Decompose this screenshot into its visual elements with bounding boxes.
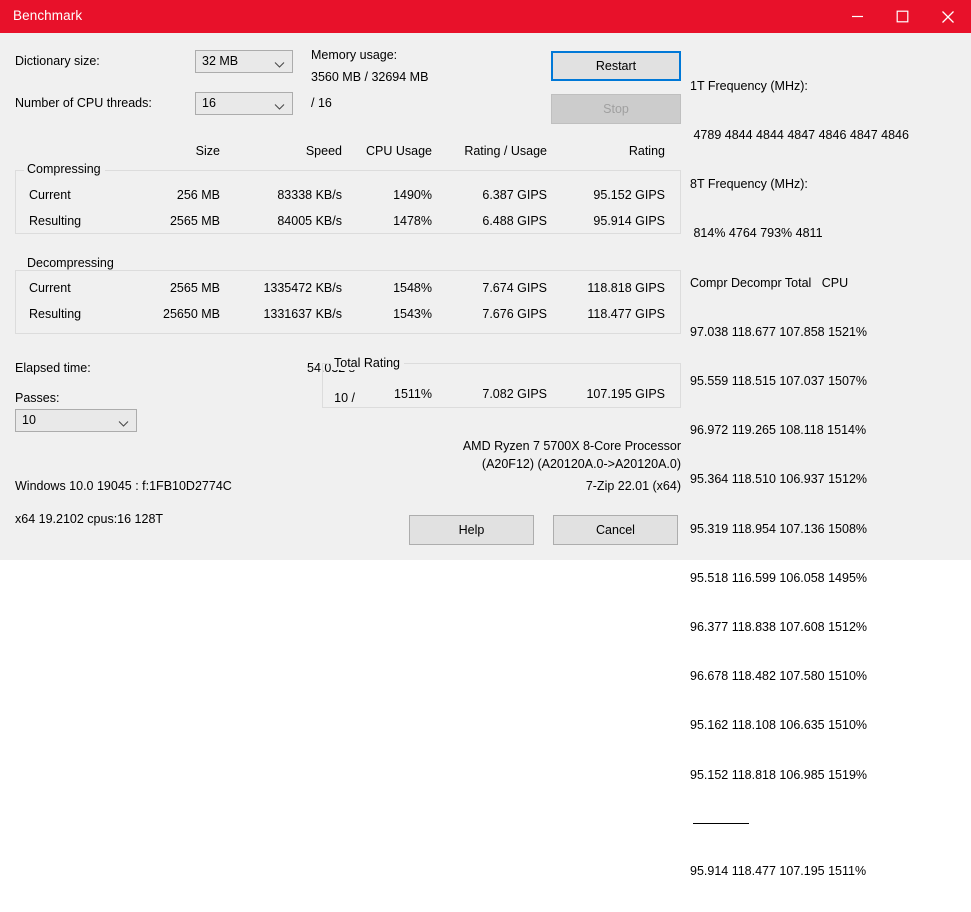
cell-speed: 83338 KB/s (277, 188, 342, 202)
cell-size: 25650 MB (163, 307, 220, 321)
dictionary-size-label: Dictionary size: (15, 54, 100, 68)
minimize-icon (851, 10, 864, 23)
row-label: Current (29, 188, 71, 202)
stop-button: Stop (551, 94, 681, 124)
cell-rating-usage: 6.488 GIPS (482, 214, 547, 228)
log-row: 95.364 118.510 106.937 1512% (690, 472, 868, 487)
column-header-rating-usage: Rating / Usage (464, 144, 547, 158)
cell-rating-usage: 6.387 GIPS (482, 188, 547, 202)
column-header-size: Size (195, 144, 220, 158)
compressing-group-label: Compressing (24, 163, 105, 176)
log-1t-frequency-values: 4789 4844 4844 4847 4846 4847 4846 (690, 128, 909, 143)
cpu-threads-value: 16 (202, 96, 216, 110)
cancel-button-label: Cancel (596, 523, 635, 537)
cell-size: 256 MB (176, 188, 220, 202)
title-bar: Benchmark (0, 0, 971, 33)
cell-rating-usage: 7.674 GIPS (482, 281, 547, 295)
column-header-rating: Rating (628, 144, 665, 158)
decompressing-group (15, 270, 681, 334)
cell-rating: 95.152 GIPS (593, 188, 665, 202)
passes-select-value: 10 (22, 413, 36, 427)
cell-size: 2565 MB (169, 214, 220, 228)
log-row: 95.162 118.108 106.635 1510% (690, 718, 868, 733)
row-label: Resulting (29, 214, 82, 228)
benchmark-log-panel: 1T Frequency (MHz): 4789 4844 4844 4847 … (690, 45, 968, 912)
cpu-name: AMD Ryzen 7 5700X 8-Core Processor (462, 439, 681, 453)
cpu-threads-label: Number of CPU threads: (15, 96, 152, 110)
restart-button-label: Restart (595, 59, 637, 73)
cell-cpu-usage: 1548% (393, 281, 432, 295)
cell-speed: 1331637 KB/s (263, 307, 342, 321)
log-average-row: 95.914 118.477 107.195 1511% (690, 863, 867, 878)
cell-speed: 84005 KB/s (277, 214, 342, 228)
cell-rating: 118.477 GIPS (587, 307, 665, 321)
cell-rating-usage: 7.676 GIPS (482, 307, 547, 321)
log-8t-frequency-label: 8T Frequency (MHz): (690, 177, 808, 192)
memory-usage-value: 3560 MB / 32694 MB (311, 70, 429, 84)
close-button[interactable] (925, 0, 970, 33)
dictionary-size-select[interactable]: 32 MB (195, 50, 293, 73)
decompressing-group-label: Decompressing (24, 257, 118, 270)
passes-label: Passes: (15, 391, 60, 405)
help-button-label: Help (458, 523, 485, 537)
window-title: Benchmark (13, 8, 83, 23)
maximize-button[interactable] (880, 0, 925, 33)
memory-usage-label: Memory usage: (311, 48, 398, 62)
cell-speed: 1335472 KB/s (263, 281, 342, 295)
cpu-threads-select[interactable]: 16 (195, 92, 293, 115)
maximize-icon (896, 10, 909, 23)
log-row: 97.038 118.677 107.858 1521% (690, 324, 868, 339)
log-separator (693, 822, 749, 824)
log-row: 95.152 118.818 106.985 1519% (690, 767, 868, 782)
log-row: 95.559 118.515 107.037 1507% (690, 374, 868, 389)
cell-cpu-usage: 1543% (393, 307, 432, 321)
log-column-header: Compr Decompr Total CPU (690, 275, 849, 290)
cell-size: 2565 MB (169, 281, 220, 295)
log-row: 96.972 119.265 108.118 1514% (690, 423, 867, 438)
log-row: 95.518 116.599 106.058 1495% (690, 570, 868, 585)
build-info: x64 19.2102 cpus:16 128T (15, 512, 164, 526)
total-rating-rating: 107.195 GIPS (586, 387, 665, 401)
log-1t-frequency-label: 1T Frequency (MHz): (690, 78, 808, 93)
cell-cpu-usage: 1490% (393, 188, 432, 202)
cpu-ids: (A20F12) (A20120A.0->A20120A.0) (481, 457, 681, 471)
cell-rating: 118.818 GIPS (587, 281, 665, 295)
chevron-down-icon (118, 417, 129, 431)
cpu-threads-max: / 16 (311, 96, 332, 110)
total-rating-group-label: Total Rating (331, 357, 405, 370)
total-rating-rating-usage: 7.082 GIPS (482, 387, 547, 401)
elapsed-time-label: Elapsed time: (15, 361, 91, 375)
column-header-speed: Speed (305, 144, 342, 158)
chevron-down-icon (274, 100, 285, 114)
log-row: 96.678 118.482 107.580 1510% (690, 669, 868, 684)
column-header-cpu-usage: CPU Usage (366, 144, 432, 158)
chevron-down-icon (274, 58, 285, 72)
help-button[interactable]: Help (409, 515, 534, 545)
app-version: 7-Zip 22.01 (x64) (585, 479, 681, 493)
cell-rating: 95.914 GIPS (593, 214, 665, 228)
benchmark-window: Benchmark Dictionary size: 32 MB Memory … (0, 0, 971, 878)
log-row: 95.319 118.954 107.136 1508% (690, 521, 868, 536)
dictionary-size-value: 32 MB (202, 54, 239, 68)
cell-cpu-usage: 1478% (393, 214, 432, 228)
close-icon (941, 10, 955, 24)
cancel-button[interactable]: Cancel (553, 515, 678, 545)
minimize-button[interactable] (835, 0, 880, 33)
log-row: 96.377 118.838 107.608 1512% (690, 620, 868, 635)
os-info: Windows 10.0 19045 : f:1FB10D2774C (15, 479, 232, 493)
stop-button-label: Stop (603, 102, 629, 116)
log-8t-frequency-values: 814% 4764 793% 4811 (690, 226, 823, 241)
passes-select[interactable]: 10 (15, 409, 137, 432)
row-label: Current (29, 281, 71, 295)
restart-button[interactable]: Restart (551, 51, 681, 81)
total-rating-cpu-usage: 1511% (394, 387, 432, 401)
row-label: Resulting (29, 307, 82, 321)
